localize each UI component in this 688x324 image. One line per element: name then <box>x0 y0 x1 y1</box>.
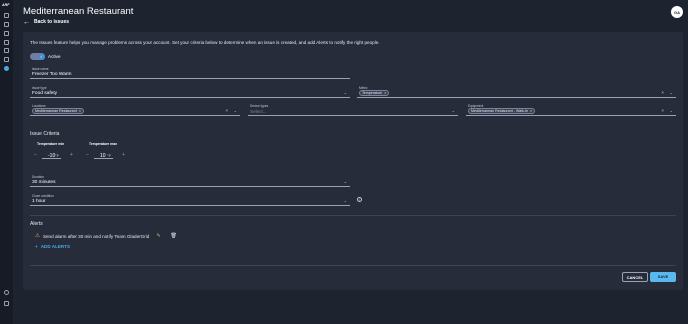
duration-value: 30 minutes <box>32 179 56 185</box>
device-types-select[interactable]: Device types Select... ⌄ <box>248 104 458 116</box>
close-condition-value: 1 hour <box>32 198 46 204</box>
location-chip[interactable]: Mediterranean Restaurant × <box>32 107 84 114</box>
minus-icon[interactable]: − <box>34 152 37 158</box>
device-types-placeholder: Select... <box>250 108 267 114</box>
temp-min-unit: °F <box>55 152 60 158</box>
arrow-left-icon: ← <box>23 18 30 26</box>
intro-text: The Issues feature helps you manage prob… <box>30 40 380 45</box>
issue-type-select[interactable]: Issue type Food safety ⌄ <box>30 86 350 98</box>
trash-icon[interactable]: 🗑 <box>171 233 177 239</box>
active-label: Active <box>48 54 61 59</box>
add-alerts-label: ADD ALERTS <box>40 244 71 249</box>
temp-max-label: Temperature max <box>89 142 118 146</box>
temp-max-input[interactable]: 10 °F <box>94 151 113 159</box>
clear-icon[interactable]: × <box>661 108 664 113</box>
chevron-down-icon: ⌄ <box>343 90 347 95</box>
issue-name-value: Freezer Too Warm <box>32 71 72 77</box>
grid-icon[interactable] <box>4 22 9 27</box>
metric-select[interactable]: Metric Temperature × × ⌄ <box>357 86 676 98</box>
duration-label: Duration <box>32 175 45 179</box>
issue-type-label: Issue type <box>32 86 47 90</box>
temp-min-label: Temperature min <box>37 142 65 146</box>
chevron-down-icon: ⌄ <box>343 198 347 203</box>
chevron-down-icon: ⌄ <box>451 108 455 113</box>
plus-icon[interactable]: + <box>70 152 73 158</box>
locations-select[interactable]: Locations Mediterranean Restaurant × × ⌄ <box>30 104 240 116</box>
active-toggle[interactable]: ✓ <box>30 53 45 60</box>
warning-icon: ⚠ <box>35 233 40 239</box>
issue-criteria-heading: Issue Criteria <box>30 131 60 137</box>
chevron-down-icon: ⌄ <box>343 179 347 184</box>
chevron-down-icon: ⌄ <box>233 108 237 113</box>
check-icon: ✓ <box>38 53 45 60</box>
page-title: Mediterranean Restaurant <box>23 6 134 17</box>
cancel-button[interactable]: CANCEL <box>622 272 648 282</box>
chip-remove-icon[interactable]: × <box>384 91 386 95</box>
metric-chip[interactable]: Temperature × <box>359 89 390 96</box>
equipment-select[interactable]: Equipment Mediterranean Restaurant - Wal… <box>466 104 676 116</box>
alerts-heading: Alerts <box>30 221 43 227</box>
metric-chip-label: Temperature <box>362 90 383 95</box>
home-icon[interactable] <box>4 13 9 18</box>
device-types-label: Device types <box>250 104 269 108</box>
chip-remove-icon[interactable]: × <box>530 109 532 113</box>
location-chip-label: Mediterranean Restaurant <box>35 108 77 113</box>
alert-text: Send alarm after 30 min and notify Team … <box>42 233 150 239</box>
add-alerts-button[interactable]: + ADD ALERTS <box>35 244 70 249</box>
app-logo: ARF <box>2 3 10 7</box>
chevron-down-icon: ⌄ <box>669 90 673 95</box>
chip-remove-icon[interactable]: × <box>79 109 81 113</box>
back-to-issues-link[interactable]: ← Back to issues <box>23 18 70 26</box>
issue-name-label: Issue name <box>32 67 49 71</box>
issue-name-field[interactable]: Issue name Freezer Too Warm <box>30 67 350 79</box>
person-icon[interactable] <box>4 48 9 53</box>
alert-item: ⚠ Send alarm after 30 min and notify Tea… <box>35 233 177 239</box>
issues-icon[interactable] <box>4 66 9 71</box>
info-icon[interactable]: i <box>357 197 362 202</box>
issue-type-value: Food safety <box>32 90 58 96</box>
plus-icon[interactable]: + <box>122 152 125 158</box>
clear-icon[interactable]: × <box>661 90 664 95</box>
save-button[interactable]: SAVE <box>650 272 676 282</box>
divider <box>30 215 676 216</box>
edit-icon[interactable]: ✎ <box>156 233 160 239</box>
avatar[interactable]: GA <box>671 6 683 18</box>
close-condition-label: Close condition <box>32 194 54 198</box>
clear-icon[interactable]: × <box>225 108 228 113</box>
duration-select[interactable]: Duration 30 minutes ⌄ <box>30 175 350 187</box>
chevron-down-icon: ⌄ <box>669 108 673 113</box>
document-icon[interactable] <box>4 40 9 45</box>
equipment-chip[interactable]: Mediterranean Restaurant - Walk-In × <box>468 107 536 114</box>
temp-min-input[interactable]: -10 °F <box>42 151 61 159</box>
temp-max-value: 10 <box>100 152 106 159</box>
minus-icon[interactable]: − <box>86 152 89 158</box>
temp-max-unit: °F <box>107 152 112 158</box>
file-icon[interactable] <box>4 57 9 62</box>
back-label: Back to issues <box>34 19 70 25</box>
close-condition-select[interactable]: Close condition 1 hour ⌄ <box>30 194 350 206</box>
shield-icon[interactable] <box>4 31 9 36</box>
help-icon[interactable] <box>4 290 9 295</box>
logout-icon[interactable] <box>4 301 9 306</box>
divider <box>30 265 676 266</box>
plus-icon: + <box>35 244 38 249</box>
sidebar: ARF <box>0 0 13 324</box>
equipment-chip-label: Mediterranean Restaurant - Walk-In <box>471 108 528 113</box>
